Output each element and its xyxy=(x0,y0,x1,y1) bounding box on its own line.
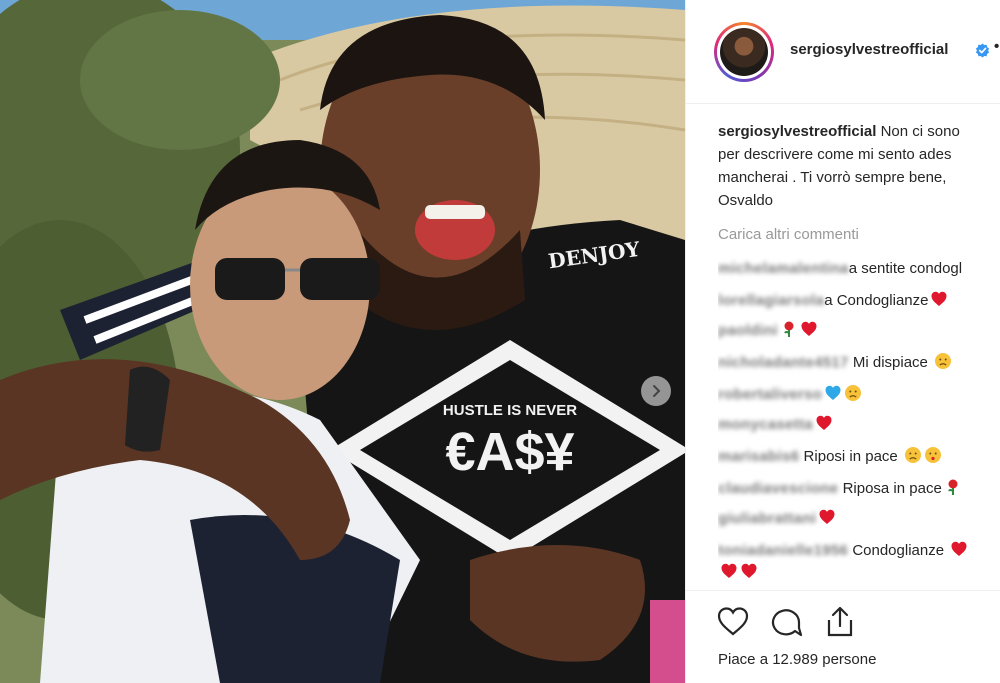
caption-line-2: per descrivere come mi sento ades xyxy=(718,146,952,163)
comment-username[interactable]: monycasetta xyxy=(718,414,813,436)
comment-username[interactable]: marisabis6 xyxy=(718,446,799,468)
comment-username[interactable]: paoldini xyxy=(718,320,778,342)
comment-text: Mi dispiace xyxy=(848,354,933,371)
comment-row: robertaliverso xyxy=(718,384,1000,406)
comment-row: lorellagiarsolaa Condoglianze xyxy=(718,290,1000,312)
comment-row xyxy=(718,562,1000,584)
caption-line-1: Non ci sono xyxy=(880,123,960,140)
comment-username[interactable]: robertaliverso xyxy=(718,384,822,406)
post-photo[interactable]: €A$¥ HUSTLE IS NEVER DENJOY xyxy=(0,0,685,683)
avatar[interactable] xyxy=(714,22,774,82)
comment-row: marisabis6 Riposi in pace xyxy=(718,446,1000,468)
comment-username[interactable]: claudiavescione xyxy=(718,478,838,500)
comment-bubble-icon[interactable] xyxy=(770,605,804,639)
blue-heart-emoji-icon xyxy=(824,384,842,402)
load-more-comments-button[interactable]: Carica altri commenti xyxy=(718,226,859,243)
heart-emoji-icon xyxy=(815,414,833,432)
post-caption: sergiosylvestreofficial Non ci sono per … xyxy=(718,120,1000,212)
rose-emoji-icon xyxy=(944,478,962,496)
header-username[interactable]: sergiosylvestreofficial xyxy=(790,41,948,58)
comment-username[interactable]: toniadanielle1956 xyxy=(718,540,848,562)
comment-row: michelamalentinaa sentite condogl xyxy=(718,258,1000,280)
chevron-right-icon xyxy=(653,385,661,397)
verified-badge-icon xyxy=(975,43,990,58)
heart-emoji-icon xyxy=(950,540,968,558)
comment-text: Riposa in pace xyxy=(838,480,942,497)
rose-emoji-icon xyxy=(780,320,798,338)
heart-outline-icon[interactable] xyxy=(716,605,750,639)
heart-emoji-icon xyxy=(818,508,836,526)
comment-row: claudiavescione Riposa in pace xyxy=(718,478,1000,500)
comment-username[interactable]: lorellagiarsola xyxy=(718,290,824,312)
post-actions: Piace a 12.989 persone xyxy=(686,590,1000,683)
comment-username[interactable]: nicholadante4517 xyxy=(718,352,849,374)
comment-row: nicholadante4517 Mi dispiace xyxy=(718,352,1000,374)
heart-emoji-icon xyxy=(930,290,948,308)
comment-username[interactable]: giuliabrattani xyxy=(718,508,816,530)
post-side-panel: sergiosylvestreofficial • sergiosylvestr… xyxy=(685,0,1000,683)
caption-username[interactable]: sergiosylvestreofficial xyxy=(718,123,876,140)
comment-text: Condoglianze xyxy=(848,542,949,559)
comment-row: monycasetta xyxy=(718,414,1000,436)
svg-text:€A$¥: €A$¥ xyxy=(445,422,574,482)
comment-text: Riposi in pace xyxy=(799,448,902,465)
comment-username[interactable]: michelamalentina xyxy=(718,258,849,280)
carousel-next-button[interactable] xyxy=(641,376,671,406)
caption-line-3: mancherai . Ti vorrò sempre bene, xyxy=(718,169,947,186)
comment-text: a Condoglianze xyxy=(824,292,929,309)
heart-emoji-icon xyxy=(720,562,738,580)
sad-emoji-icon xyxy=(844,384,862,402)
sad-emoji-icon xyxy=(934,352,952,370)
comment-row: giuliabrattani xyxy=(718,508,1000,530)
caption-line-4: Osvaldo xyxy=(718,192,774,209)
photo-illustration: €A$¥ HUSTLE IS NEVER DENJOY xyxy=(0,0,685,683)
kiss-emoji-icon xyxy=(924,446,942,464)
comment-row: toniadanielle1956 Condoglianze xyxy=(718,540,1000,562)
sad-emoji-icon xyxy=(904,446,922,464)
share-upload-icon[interactable] xyxy=(823,605,857,639)
heart-emoji-icon xyxy=(800,320,818,338)
header-separator-dot: • xyxy=(994,38,1000,55)
post-header: sergiosylvestreofficial • xyxy=(686,0,1000,104)
comment-row: paoldini xyxy=(718,320,1000,342)
svg-text:HUSTLE IS NEVER: HUSTLE IS NEVER xyxy=(443,402,577,419)
heart-emoji-icon xyxy=(740,562,758,580)
comment-text: a sentite condogl xyxy=(848,260,963,277)
likes-count[interactable]: Piace a 12.989 persone xyxy=(718,651,876,668)
avatar-image xyxy=(720,28,768,76)
